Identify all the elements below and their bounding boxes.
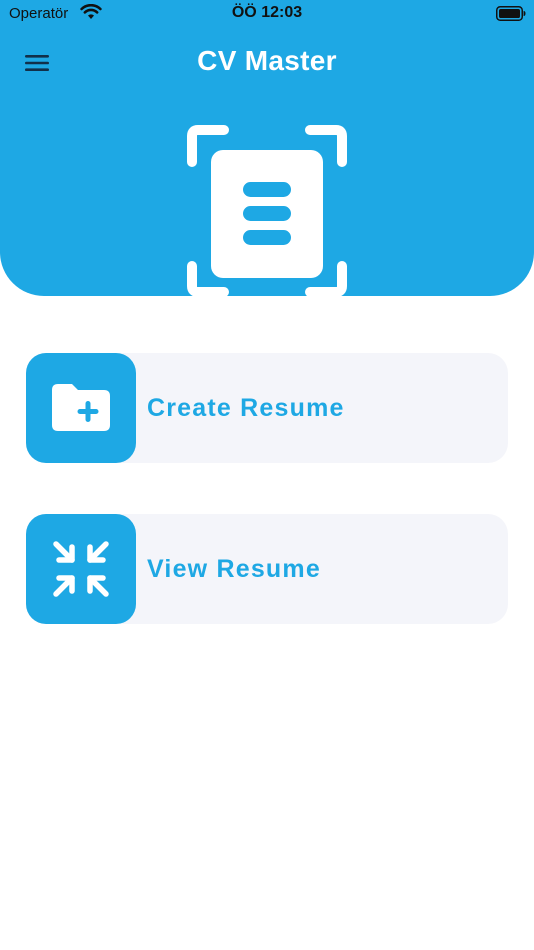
view-resume-button[interactable]: View Resume [26, 514, 508, 624]
create-resume-button[interactable]: Create Resume [26, 353, 508, 463]
create-resume-label: Create Resume [147, 394, 345, 422]
view-resume-label: View Resume [147, 555, 321, 583]
arrows-collapse-icon [53, 541, 109, 597]
app-header: Operatör ÖÖ 12:03 CV Master [0, 0, 534, 296]
document-scan-icon [186, 124, 348, 296]
create-resume-icon-box [26, 353, 136, 463]
home-screen: Operatör ÖÖ 12:03 CV Master Create Resum… [0, 0, 534, 950]
view-resume-icon-box [26, 514, 136, 624]
status-time: ÖÖ 12:03 [231, 4, 303, 21]
battery-icon [496, 6, 526, 26]
folder-add-icon [52, 384, 110, 431]
app-title: CV Master [197, 45, 337, 76]
status-bar: Operatör ÖÖ 12:03 [0, 0, 534, 28]
